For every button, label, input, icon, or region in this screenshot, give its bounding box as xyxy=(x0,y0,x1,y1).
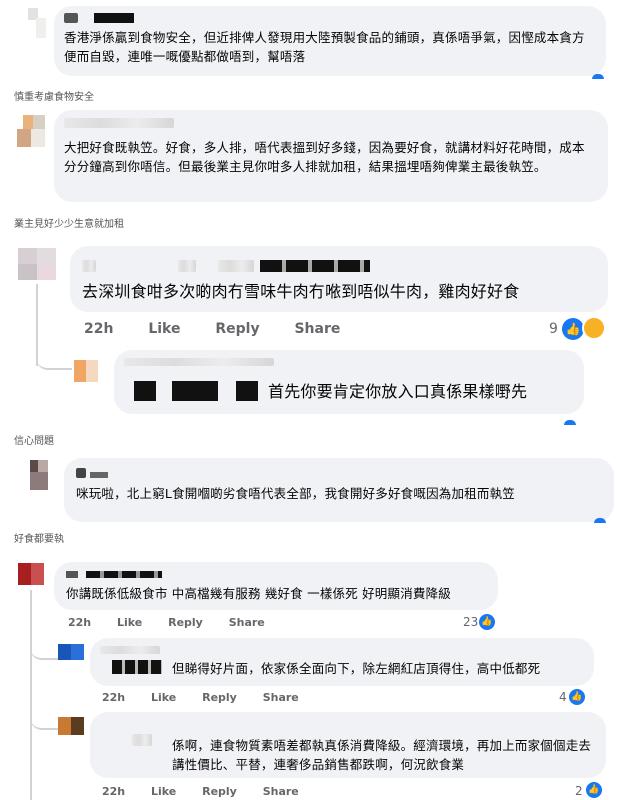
comment-text: 香港淨係贏到食物安全，但近排俾人發現用大陸預製食品的鋪頭，真係唔爭氣，因慳成本貪… xyxy=(64,30,585,64)
comment-text: 大把好食既執笠。好食，多人排，唔代表搵到好多錢，因為要好食，就講材料好花時間，成… xyxy=(64,140,585,174)
commenter-name[interactable] xyxy=(64,13,78,23)
like-button[interactable]: Like xyxy=(148,321,180,337)
comment-actions: 22h Like Reply Share xyxy=(84,321,370,337)
avatar[interactable] xyxy=(58,644,84,660)
redacted-name xyxy=(236,381,258,401)
comment-text: 去深圳食咁多次啲肉冇雪味牛肉冇𠵱到唔似牛肉，雞肉好好食 xyxy=(82,282,520,301)
commenter-name xyxy=(218,260,254,272)
comment-actions: 22h Like Reply Share xyxy=(102,691,321,704)
redacted-name xyxy=(66,571,78,578)
like-button[interactable]: Like xyxy=(151,691,176,704)
caption-label: 信心問題 xyxy=(14,436,54,447)
avatar[interactable] xyxy=(17,115,45,147)
redacted-name xyxy=(94,13,134,23)
like-icon xyxy=(592,74,604,79)
redacted-name xyxy=(172,381,218,401)
caption-label: 慎重考慮食物安全 xyxy=(14,92,94,103)
comment-time: 22h xyxy=(84,321,114,337)
caption-label: 好食都要執 xyxy=(14,534,64,545)
commenter-name[interactable] xyxy=(124,358,274,366)
avatar[interactable] xyxy=(30,460,48,490)
commenter-name[interactable] xyxy=(82,260,96,272)
like-icon: 👍 xyxy=(479,614,495,630)
reply-button[interactable]: Reply xyxy=(202,691,237,704)
redacted-name xyxy=(134,381,156,401)
share-button[interactable]: Share xyxy=(263,785,299,798)
like-icon: 👍 xyxy=(569,689,585,705)
redacted-name xyxy=(112,660,162,674)
reaction-count[interactable]: 23 xyxy=(463,615,478,629)
comment-text: 咪玩啦，北上窮L食開嗰啲劣食唔代表全部，我食開好多好食嘅因為加租而執笠 xyxy=(76,486,515,501)
comment-text: 首先你要肯定你放入口真係果樣嘢先 xyxy=(268,382,528,401)
comment-text: 係啊，連食物質素唔差都執真係消費降級。經濟環境，再加上而家個個走去講性價比、平替… xyxy=(172,738,592,772)
thread-line xyxy=(36,340,72,370)
comment-text: 但睇得好片面，依家係全面向下，除左網紅店頂得住，高中低都死 xyxy=(172,661,541,676)
like-button[interactable]: Like xyxy=(151,785,176,798)
avatar[interactable] xyxy=(28,8,46,38)
reaction-count[interactable]: 9 xyxy=(549,321,558,337)
avatar[interactable] xyxy=(58,717,84,735)
commenter-name[interactable] xyxy=(64,118,174,128)
comment-text: 你講既係低級食市 中高檔幾有服務 幾好食 一樣係死 好明顯消費降級 xyxy=(66,586,451,601)
avatar[interactable] xyxy=(18,248,56,280)
redacted-name xyxy=(90,472,108,478)
like-icon: 👍 xyxy=(562,318,584,340)
comment-actions: 22h Like Reply Share xyxy=(102,785,321,798)
thread-line xyxy=(30,706,60,730)
redacted-name xyxy=(260,260,370,272)
haha-reaction-icon xyxy=(582,316,606,340)
like-icon: 👍 xyxy=(586,782,602,798)
commenter-name[interactable] xyxy=(100,646,160,654)
caption-label: 業主見好少少生意就加租 xyxy=(14,219,124,230)
like-icon xyxy=(564,420,576,425)
thread-line xyxy=(30,590,32,800)
comment-time: 22h xyxy=(102,785,126,798)
commenter-name xyxy=(178,260,196,272)
commenter-name[interactable] xyxy=(132,734,152,746)
reaction-count[interactable]: 2 xyxy=(575,784,583,798)
comment-actions: 22h Like Reply Share xyxy=(68,616,287,629)
reply-button[interactable]: Reply xyxy=(168,616,203,629)
reply-button[interactable]: Reply xyxy=(202,785,237,798)
avatar[interactable] xyxy=(18,563,44,585)
avatar[interactable] xyxy=(74,360,98,382)
share-button[interactable]: Share xyxy=(294,321,340,337)
like-button[interactable]: Like xyxy=(117,616,142,629)
reaction-count[interactable]: 4 xyxy=(559,690,567,704)
thread-line xyxy=(30,632,60,660)
comment-time: 22h xyxy=(102,691,126,704)
commenter-name[interactable] xyxy=(76,468,86,478)
share-button[interactable]: Share xyxy=(263,691,299,704)
reply-button[interactable]: Reply xyxy=(215,321,259,337)
share-button[interactable]: Share xyxy=(229,616,265,629)
redacted-name xyxy=(86,571,162,578)
like-icon xyxy=(594,518,606,523)
comment-time: 22h xyxy=(68,616,92,629)
